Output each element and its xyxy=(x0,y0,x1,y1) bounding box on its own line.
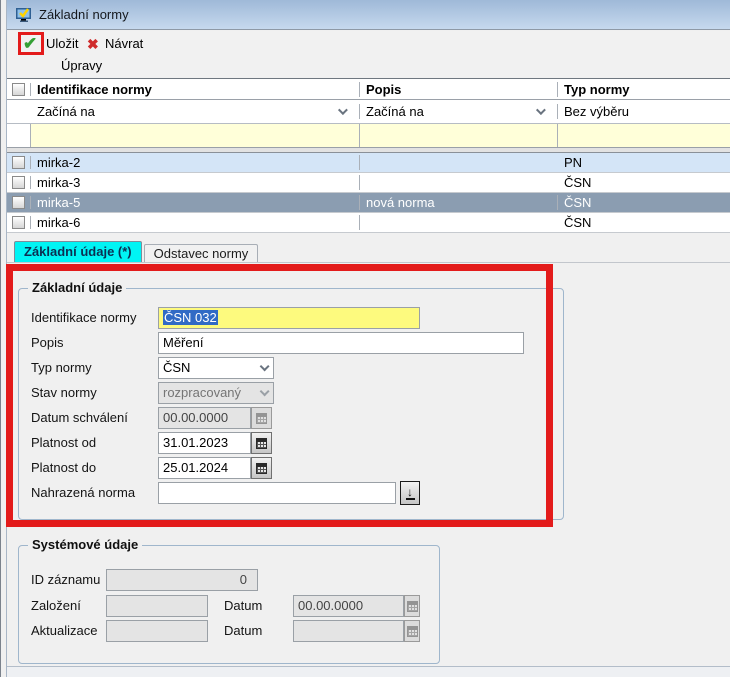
toolbar: ✔ Uložit ✖ Návrat Úpravy xyxy=(7,31,730,77)
zalozeni-datum-calendar-button xyxy=(404,595,420,617)
column-header-popis[interactable]: Popis xyxy=(360,82,558,97)
return-button[interactable]: Návrat xyxy=(105,36,143,51)
groupbox-title: Základní údaje xyxy=(28,280,126,295)
chevron-down-icon[interactable] xyxy=(536,105,546,115)
label-platnost-od: Platnost od xyxy=(31,432,96,454)
filter-input-identifikace[interactable] xyxy=(31,124,360,147)
groupbox-title: Systémové údaje xyxy=(28,537,142,552)
column-header-identifikace[interactable]: Identifikace normy xyxy=(31,82,360,97)
lookup-bar-icon xyxy=(406,498,415,500)
cell-identifikace: mirka-5 xyxy=(31,195,360,210)
row-checkbox[interactable] xyxy=(12,156,25,169)
filter-popis[interactable]: Začíná na xyxy=(360,104,558,119)
platnost-od-calendar-button[interactable] xyxy=(251,432,272,454)
typ-normy-value: ČSN xyxy=(163,358,190,378)
datum-schvaleni-field: 00.00.0000 xyxy=(158,407,251,429)
tab-odstavec-normy[interactable]: Odstavec normy xyxy=(144,244,259,262)
nahrazena-norma-field[interactable] xyxy=(158,482,396,504)
label-id-zaznamu: ID záznamu xyxy=(31,569,100,591)
label-popis: Popis xyxy=(31,332,64,354)
filter-popis-label: Začíná na xyxy=(366,104,424,119)
row-checkbox[interactable] xyxy=(12,176,25,189)
typ-normy-select[interactable]: ČSN xyxy=(158,357,274,379)
zalozeni-datum-field: 00.00.0000 xyxy=(293,595,404,617)
filter-input-typ[interactable] xyxy=(558,124,730,147)
header-checkbox[interactable] xyxy=(12,83,25,96)
label-nahrazena-norma: Nahrazená norma xyxy=(31,482,135,504)
table-row[interactable]: mirka-6 ČSN xyxy=(7,213,730,233)
platnost-od-field[interactable]: 31.01.2023 xyxy=(158,432,251,454)
return-x-icon[interactable]: ✖ xyxy=(87,36,99,53)
window-frame-left-outer xyxy=(0,0,1,677)
label-platnost-do: Platnost do xyxy=(31,457,96,479)
id-zaznamu-field: 0 xyxy=(106,569,258,591)
platnost-do-field[interactable]: 25.01.2024 xyxy=(158,457,251,479)
calendar-icon xyxy=(256,463,267,474)
cell-typ: PN xyxy=(558,155,730,170)
label-typ-normy: Typ normy xyxy=(31,357,92,379)
groupbox-zakladni-udaje: Základní údaje Identifikace normy ČSN 03… xyxy=(18,288,564,520)
chevron-down-icon[interactable] xyxy=(338,105,348,115)
cell-typ: ČSN xyxy=(558,195,730,210)
label-identifikace-normy: Identifikace normy xyxy=(31,307,137,329)
grid-filter-row: Začíná na Začíná na Bez výběru xyxy=(7,100,730,124)
groupbox-systemove-udaje: Systémové údaje ID záznamu 0 Založení Da… xyxy=(18,545,440,664)
row-checkbox[interactable] xyxy=(12,216,25,229)
nahrazena-norma-lookup-button[interactable]: ↓ xyxy=(400,481,420,505)
label-zalozeni-datum: Datum xyxy=(224,595,262,617)
label-datum-schvaleni: Datum schválení xyxy=(31,407,128,429)
table-row[interactable]: mirka-3 ČSN xyxy=(7,173,730,193)
filter-identifikace[interactable]: Začíná na xyxy=(31,104,360,119)
cell-popis: nová norma xyxy=(360,195,558,210)
filter-input-popis[interactable] xyxy=(360,124,558,147)
selected-text: ČSN 032 xyxy=(163,310,218,325)
cell-identifikace: mirka-3 xyxy=(31,175,360,190)
aktualizace-field xyxy=(106,620,208,642)
popis-field[interactable]: Měření xyxy=(158,332,524,354)
cell-typ: ČSN xyxy=(558,175,730,190)
calendar-icon xyxy=(407,601,418,612)
chevron-down-icon xyxy=(260,386,270,396)
filter-typ-label: Bez výběru xyxy=(564,104,629,119)
calendar-icon xyxy=(407,626,418,637)
grid-header-row: Identifikace normy Popis Typ normy xyxy=(7,79,730,100)
menu-upravy[interactable]: Úpravy xyxy=(61,58,102,73)
datum-schvaleni-calendar-button xyxy=(251,407,272,429)
cell-typ: ČSN xyxy=(558,215,730,230)
row-checkbox[interactable] xyxy=(12,196,25,209)
label-aktualizace-datum: Datum xyxy=(224,620,262,642)
save-check-icon[interactable]: ✔ xyxy=(23,34,37,54)
identifikace-normy-field[interactable]: ČSN 032 xyxy=(158,307,420,329)
lookup-arrow-icon: ↓ xyxy=(407,487,413,497)
label-aktualizace: Aktualizace xyxy=(31,620,97,642)
stav-normy-value: rozpracovaný xyxy=(163,383,241,403)
window-title: Základní normy xyxy=(39,7,129,22)
grid-filter-input-row xyxy=(7,124,730,148)
cell-identifikace: mirka-6 xyxy=(31,215,360,230)
column-header-typ[interactable]: Typ normy xyxy=(558,82,730,97)
filter-identifikace-label: Začíná na xyxy=(37,104,95,119)
chevron-down-icon[interactable] xyxy=(260,361,270,371)
table-row[interactable]: mirka-2 PN xyxy=(7,153,730,173)
tabstrip: Základní údaje (*) Odstavec normy xyxy=(7,242,730,263)
norms-grid: Identifikace normy Popis Typ normy Začín… xyxy=(7,78,730,233)
titlebar: Základní normy xyxy=(7,0,730,30)
aktualizace-datum-calendar-button xyxy=(404,620,420,642)
window-bottom-strip xyxy=(7,666,730,677)
platnost-do-calendar-button[interactable] xyxy=(251,457,272,479)
cell-identifikace: mirka-2 xyxy=(31,155,360,170)
save-button[interactable]: Uložit xyxy=(46,36,79,51)
filter-typ[interactable]: Bez výběru xyxy=(558,104,730,119)
stav-normy-select: rozpracovaný xyxy=(158,382,274,404)
label-zalozeni: Založení xyxy=(31,595,81,617)
calendar-icon xyxy=(256,413,267,424)
window-monitor-icon xyxy=(15,7,33,23)
tab-zakladni-udaje[interactable]: Základní údaje (*) xyxy=(14,241,142,262)
label-stav-normy: Stav normy xyxy=(31,382,97,404)
aktualizace-datum-field xyxy=(293,620,404,642)
calendar-icon xyxy=(256,438,267,449)
zalozeni-field xyxy=(106,595,208,617)
table-row-selected[interactable]: mirka-5 nová norma ČSN xyxy=(7,193,730,213)
